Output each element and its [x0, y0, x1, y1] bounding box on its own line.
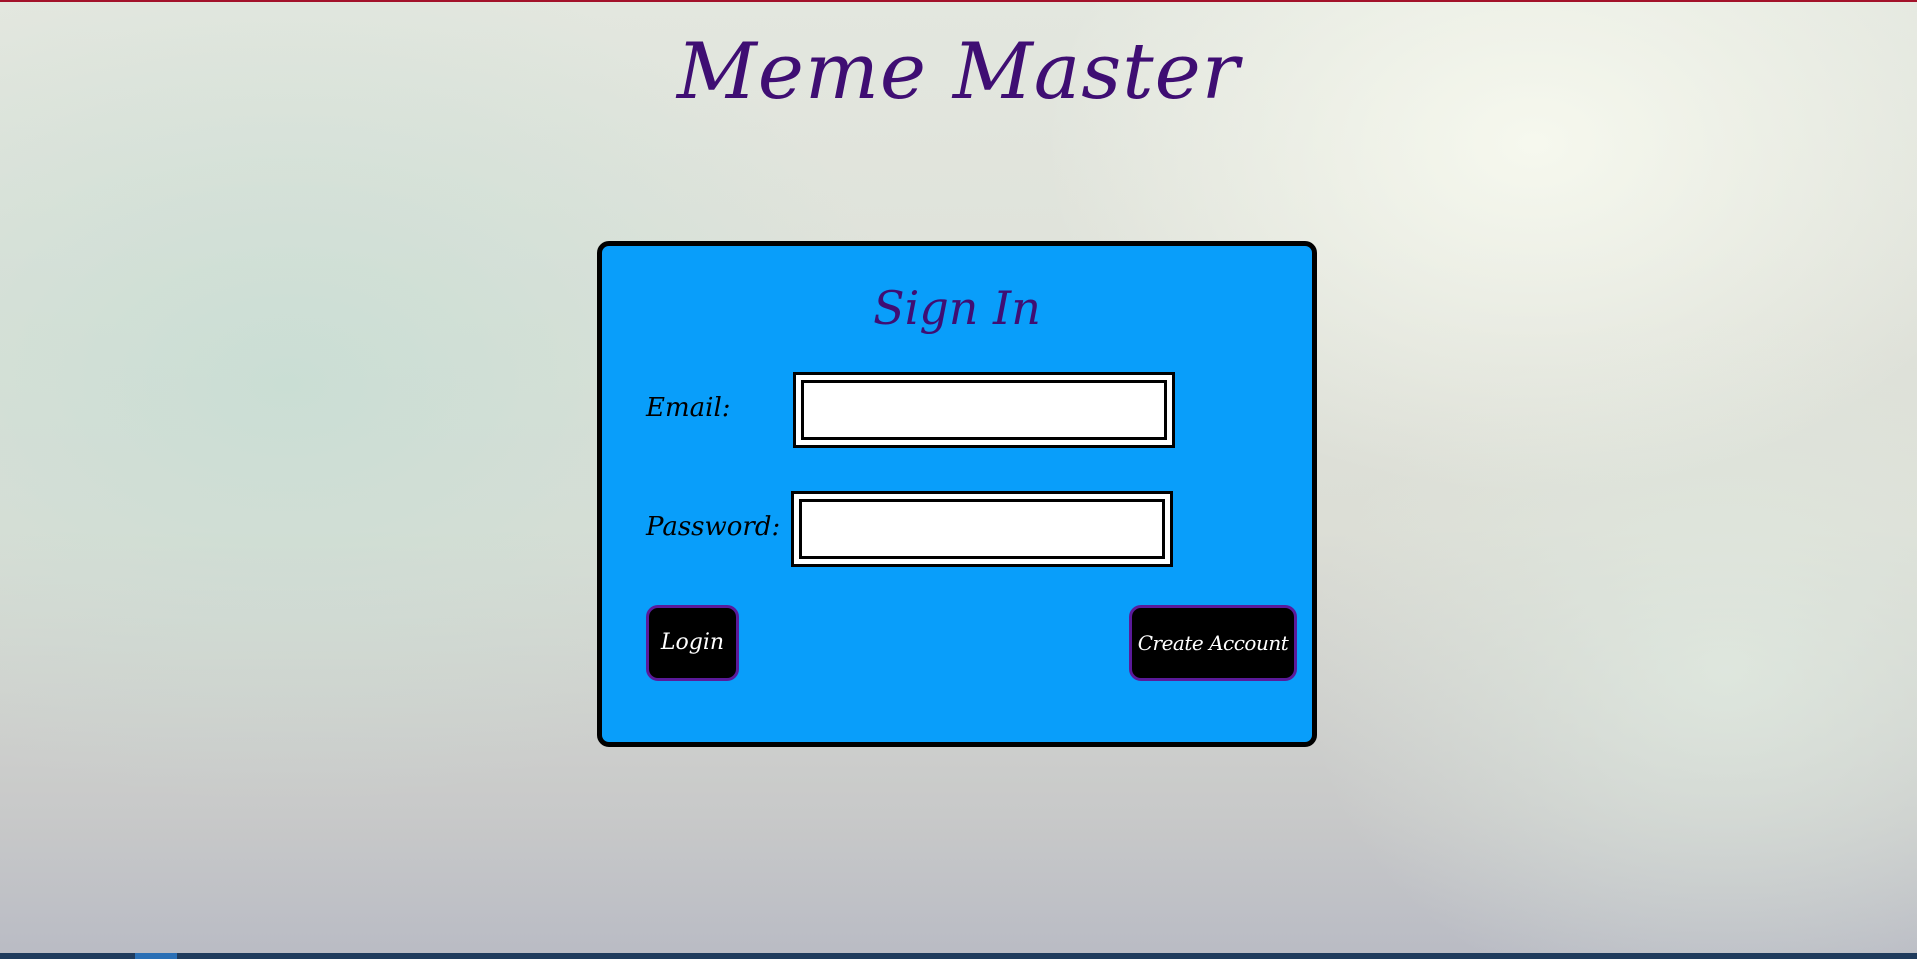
password-field-frame [791, 491, 1173, 567]
create-account-button[interactable]: Create Account [1129, 605, 1297, 681]
email-field-frame [793, 372, 1175, 448]
password-label: Password: [646, 512, 781, 542]
taskbar-accent [135, 953, 177, 959]
email-input[interactable] [801, 380, 1167, 440]
email-label: Email: [646, 393, 731, 423]
signin-title: Sign In [873, 281, 1041, 335]
login-button[interactable]: Login [646, 605, 739, 681]
site-title: Meme Master [676, 27, 1241, 117]
bottom-taskbar [0, 953, 1917, 959]
password-input[interactable] [799, 499, 1165, 559]
top-accent-line [0, 0, 1917, 2]
signin-card: Sign In Email: Password: Login Create Ac… [597, 241, 1317, 747]
